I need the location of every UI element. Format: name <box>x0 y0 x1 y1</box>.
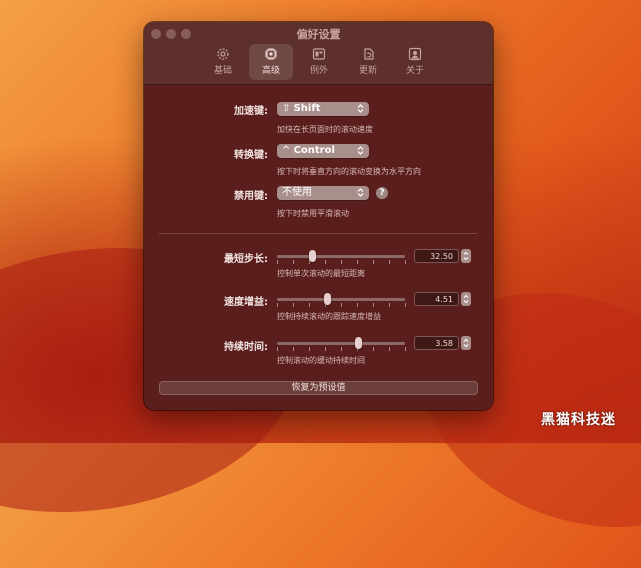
accelerate-key-label: 加速键: <box>234 106 268 117</box>
accelerate-key-hint: 加快在长页面时的滚动速度 <box>277 125 373 134</box>
slider-tick <box>389 347 390 351</box>
tab-label: 基础 <box>213 66 232 76</box>
stepper-arrows-icon <box>463 338 469 348</box>
disable-key-value: 不使用 <box>282 187 312 198</box>
min-step-hint: 控制单次滚动的最短距离 <box>277 269 365 278</box>
duration-hint: 控制滚动的缓动持续时间 <box>277 356 365 365</box>
watermark-text: 黑猫科技迷 <box>541 412 616 428</box>
tab-label: 高级 <box>261 66 280 76</box>
shift-symbol-icon: ⇧ <box>282 103 291 114</box>
refresh-icon <box>364 48 374 60</box>
duration-label: 持续时间: <box>224 342 268 353</box>
slider-tick <box>389 303 390 307</box>
speed-gain-hint: 控制持续滚动的跟踪速度增益 <box>277 312 381 321</box>
convert-key-value: Control <box>293 145 335 156</box>
slider-thumb[interactable] <box>323 293 331 305</box>
slider-track <box>277 255 405 258</box>
person-icon <box>408 47 422 61</box>
slider-tick <box>293 347 294 351</box>
chevron-up-down-icon <box>357 104 364 113</box>
slider-tick <box>373 303 374 307</box>
slider-tick <box>277 347 278 351</box>
tab-updates[interactable]: 更新 <box>346 44 390 80</box>
slider-thumb[interactable] <box>354 337 362 349</box>
slider-track <box>277 298 405 301</box>
slider-tick <box>277 303 278 307</box>
tab-exceptions[interactable]: 例外 <box>297 44 341 80</box>
control-symbol-icon: ^ <box>282 145 291 156</box>
chip-icon <box>265 48 277 60</box>
slider-tick <box>341 347 342 351</box>
convert-key-popup[interactable]: ^ Control <box>277 144 369 158</box>
tab-basic[interactable]: 基础 <box>201 44 245 80</box>
window-title: 偏好设置 <box>296 28 341 41</box>
slider-tick <box>325 260 326 264</box>
preferences-window: 偏好设置 基础 高级 例外 更新 关于 加速键: ⇧ Shift 加快在长页面时… <box>144 22 493 410</box>
accelerate-key-popup[interactable]: ⇧ Shift <box>277 102 369 116</box>
slider-tick <box>309 303 310 307</box>
convert-key-hint: 按下时将垂直方向的滚动变换为水平方向 <box>277 167 421 176</box>
disable-key-hint: 按下时禁用平滑滚动 <box>277 209 349 218</box>
slider-tick <box>405 260 406 264</box>
slider-tick <box>373 260 374 264</box>
section-divider <box>159 233 477 234</box>
slider-tick <box>357 303 358 307</box>
disable-key-label: 禁用键: <box>234 191 268 202</box>
min-step-field[interactable]: 32.50 <box>414 249 459 263</box>
tab-label: 更新 <box>358 66 377 76</box>
reset-defaults-button[interactable]: 恢复为预设值 <box>159 381 478 395</box>
speed-gain-field[interactable]: 4.51 <box>414 292 459 306</box>
tab-label: 例外 <box>309 66 328 76</box>
slider-tick <box>405 347 406 351</box>
slider-tick <box>389 260 390 264</box>
tab-advanced[interactable]: 高级 <box>249 44 293 80</box>
slider-tick <box>357 260 358 264</box>
slider-tick <box>277 260 278 264</box>
window-titlebar: 偏好设置 基础 高级 例外 更新 关于 <box>144 22 493 85</box>
chevron-up-down-icon <box>357 146 364 155</box>
slider-tick <box>373 347 374 351</box>
slider-tick <box>325 347 326 351</box>
speed-gain-label: 速度增益: <box>224 297 268 308</box>
stepper-arrows-icon <box>463 251 469 261</box>
gear-icon <box>217 48 229 60</box>
slider-tick <box>309 347 310 351</box>
disable-key-popup[interactable]: 不使用 <box>277 186 369 200</box>
window-icon <box>312 48 326 60</box>
tab-label: 关于 <box>405 66 424 76</box>
accelerate-key-value: Shift <box>293 103 321 114</box>
stepper-arrows-icon <box>463 294 469 304</box>
help-button[interactable]: ? <box>376 187 388 199</box>
slider-tick <box>341 303 342 307</box>
duration-stepper[interactable] <box>461 336 471 350</box>
min-step-stepper[interactable] <box>461 249 471 263</box>
slider-tick <box>405 303 406 307</box>
slider-tick <box>293 303 294 307</box>
chevron-up-down-icon <box>357 188 364 197</box>
speed-gain-stepper[interactable] <box>461 292 471 306</box>
tab-about[interactable]: 关于 <box>393 44 437 80</box>
slider-tick <box>341 260 342 264</box>
slider-track <box>277 342 405 345</box>
min-step-label: 最短步长: <box>224 254 268 265</box>
convert-key-label: 转换键: <box>234 150 268 161</box>
slider-tick <box>293 260 294 264</box>
slider-thumb[interactable] <box>308 250 316 262</box>
duration-field[interactable]: 3.58 <box>414 336 459 350</box>
